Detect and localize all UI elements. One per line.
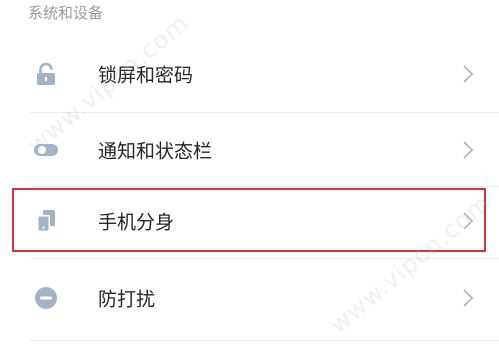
settings-row-lock-screen[interactable]: 锁屏和密码 bbox=[0, 36, 499, 112]
toggle-icon bbox=[34, 138, 58, 162]
settings-row-label: 通知和状态栏 bbox=[98, 140, 213, 163]
chevron-right-icon bbox=[461, 211, 475, 231]
chevron-right-icon bbox=[461, 140, 475, 160]
dual-phone-icon bbox=[34, 209, 58, 233]
settings-row-label: 防打扰 bbox=[98, 288, 156, 311]
chevron-right-icon bbox=[461, 288, 475, 308]
divider bbox=[30, 258, 499, 259]
chevron-right-icon bbox=[461, 64, 475, 84]
section-title: 系统和设备 bbox=[28, 4, 104, 22]
settings-row-do-not-disturb[interactable]: 防打扰 bbox=[0, 260, 499, 336]
settings-page: 系统和设备 锁屏和密码 通知和状态栏 手机分身 防打扰 www.vipcn.co… bbox=[0, 0, 499, 356]
lock-icon bbox=[34, 62, 58, 86]
settings-row-label: 锁屏和密码 bbox=[98, 64, 194, 87]
divider bbox=[30, 340, 499, 341]
settings-row-label: 手机分身 bbox=[98, 211, 175, 234]
do-not-disturb-icon bbox=[34, 286, 58, 310]
settings-row-second-space[interactable]: 手机分身 bbox=[0, 183, 499, 259]
settings-row-notifications[interactable]: 通知和状态栏 bbox=[0, 112, 499, 188]
